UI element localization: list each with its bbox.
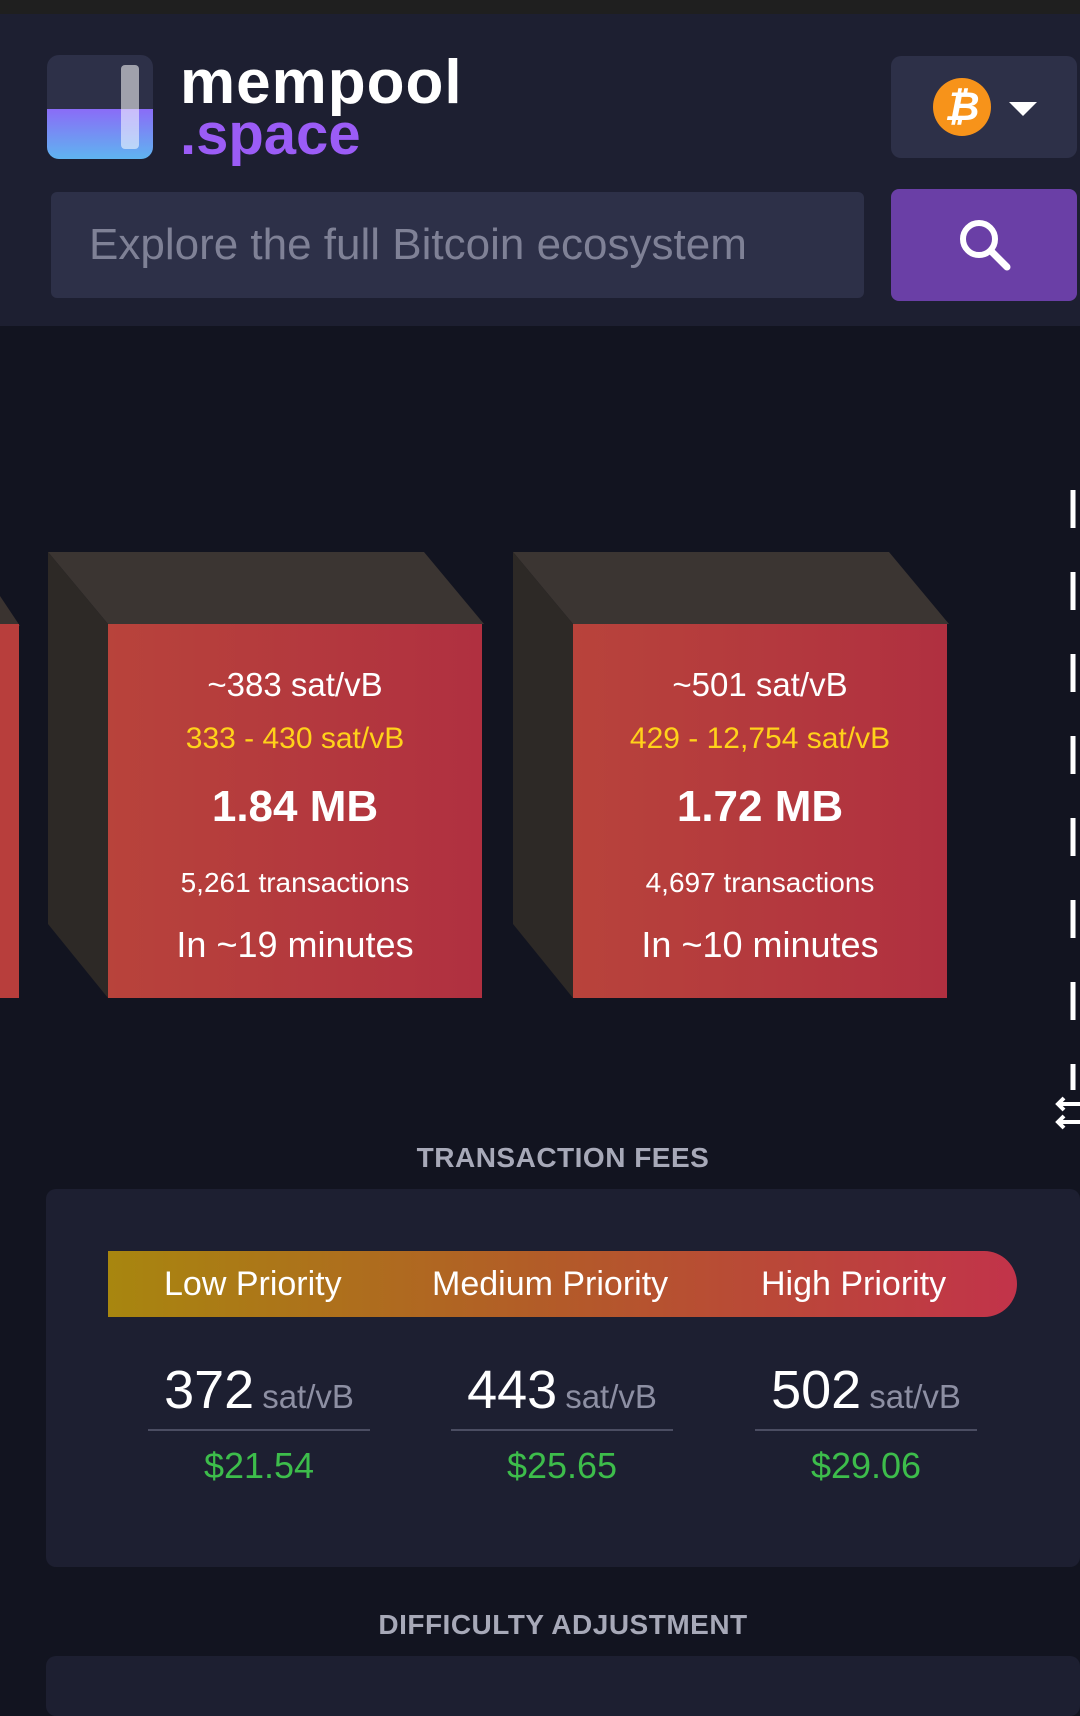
medium-priority-fee: 443 sat/vB $25.65 — [451, 1359, 673, 1487]
mempool-blockchain-divider — [1070, 490, 1076, 1090]
fees-card: Low Priority Medium Priority High Priori… — [46, 1189, 1080, 1567]
caret-down-icon — [1009, 102, 1037, 116]
fee-range: 429 - 12,754 sat/vB — [629, 722, 891, 755]
fee-range: 333 - 430 sat/vB — [185, 722, 405, 755]
medium-priority-label: Medium Priority — [432, 1265, 669, 1303]
fee-unit: sat/vB — [262, 1378, 354, 1415]
difficulty-section-title: DIFFICULTY ADJUSTMENT — [378, 1609, 748, 1640]
block-face: ~383 sat/vB 333 - 430 sat/vB 1.84 MB 5,2… — [108, 624, 482, 998]
search-icon — [960, 220, 1011, 271]
low-priority-fee: 372 sat/vB $21.54 — [148, 1359, 370, 1487]
fee-usd: $21.54 — [203, 1445, 315, 1486]
block-eta: In ~19 minutes — [176, 924, 414, 965]
median-fee: ~501 sat/vB — [672, 666, 848, 703]
fees-section-title: TRANSACTION FEES — [416, 1142, 710, 1173]
fee-unit: sat/vB — [565, 1378, 657, 1415]
logo-wordmark[interactable]: mempool .space — [180, 52, 463, 164]
block-size: 1.72 MB — [676, 782, 844, 831]
block-eta: In ~10 minutes — [641, 924, 879, 965]
low-priority-label: Low Priority — [164, 1265, 342, 1303]
divider-line — [755, 1429, 977, 1431]
tx-count: 4,697 transactions — [645, 867, 875, 898]
bitcoin-icon: ₿ — [933, 78, 991, 136]
partial-block[interactable] — [0, 624, 19, 998]
partial-block-top — [0, 596, 20, 626]
network-selector-button[interactable]: ₿ — [891, 56, 1077, 158]
fee-value: 372 — [164, 1360, 255, 1420]
high-priority-fee: 502 sat/vB $29.06 — [755, 1359, 977, 1487]
median-fee: ~383 sat/vB — [207, 666, 383, 703]
divider-line — [451, 1429, 673, 1431]
swap-arrows-icon[interactable] — [1050, 1094, 1080, 1134]
high-priority-label: High Priority — [761, 1265, 947, 1303]
fee-usd: $25.65 — [506, 1445, 618, 1486]
fee-usd: $29.06 — [810, 1445, 922, 1486]
fee-unit: sat/vB — [869, 1378, 961, 1415]
divider-line — [148, 1429, 370, 1431]
mempool-logo-icon[interactable] — [47, 55, 153, 159]
search-button[interactable] — [891, 189, 1077, 301]
priority-bar: Low Priority Medium Priority High Priori… — [108, 1251, 1017, 1317]
search-input[interactable] — [51, 192, 864, 298]
block-face: ~501 sat/vB 429 - 12,754 sat/vB 1.72 MB … — [573, 624, 947, 998]
fee-value: 502 — [771, 1360, 862, 1420]
app-header: mempool .space ₿ — [0, 14, 1080, 326]
difficulty-card — [46, 1656, 1080, 1716]
block-size: 1.84 MB — [211, 782, 379, 831]
fee-value: 443 — [467, 1360, 558, 1420]
tx-count: 5,261 transactions — [180, 867, 410, 898]
status-bar — [0, 0, 1080, 14]
